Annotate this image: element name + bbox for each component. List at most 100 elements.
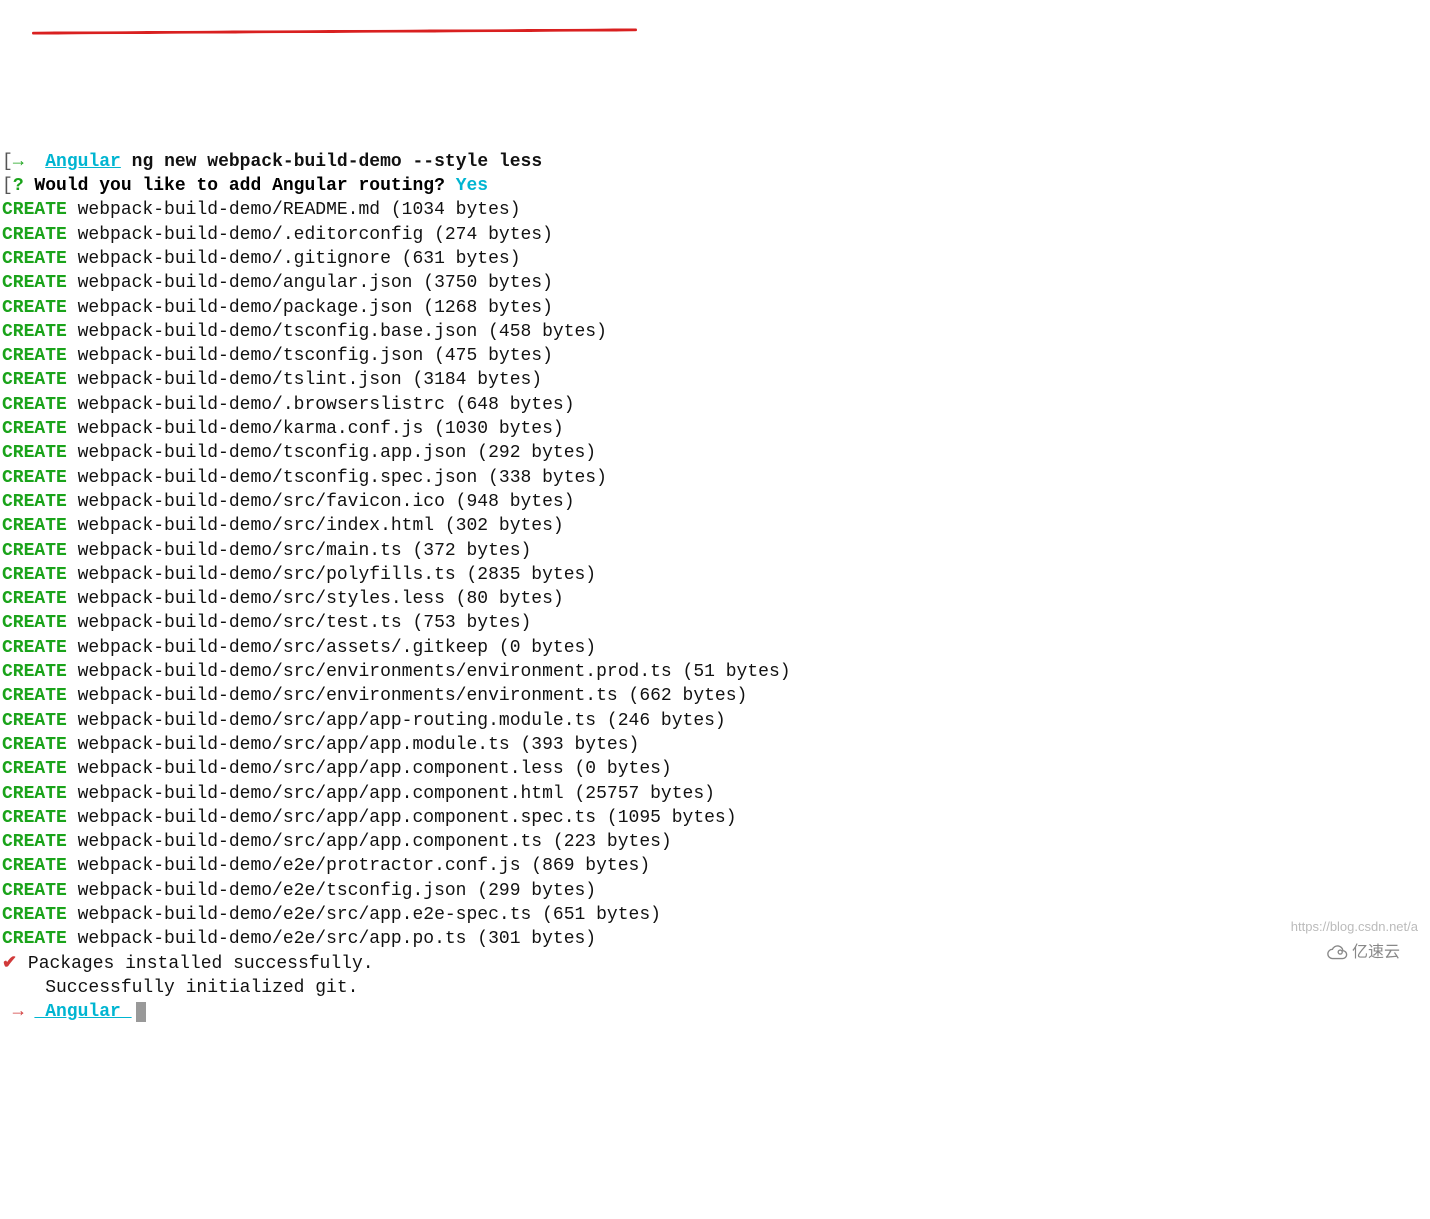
file-path: webpack-build-demo/src/assets/.gitkeep (…	[78, 638, 596, 658]
file-path: webpack-build-demo/src/main.ts (372 byte…	[78, 541, 532, 561]
answer-value: Yes	[445, 176, 488, 196]
create-label: CREATE	[2, 225, 67, 245]
create-line: CREATE webpack-build-demo/src/app/app.co…	[2, 757, 1428, 781]
file-path: webpack-build-demo/src/environments/envi…	[78, 686, 748, 706]
file-path: webpack-build-demo/src/app/app.component…	[78, 784, 715, 804]
create-label: CREATE	[2, 881, 67, 901]
file-path: webpack-build-demo/e2e/src/app.po.ts (30…	[78, 929, 596, 949]
create-label: CREATE	[2, 905, 67, 925]
file-path: webpack-build-demo/tsconfig.app.json (29…	[78, 443, 596, 463]
cloud-icon	[1326, 942, 1348, 964]
file-path: webpack-build-demo/tsconfig.spec.json (3…	[78, 468, 607, 488]
create-line: CREATE webpack-build-demo/e2e/tsconfig.j…	[2, 879, 1428, 903]
create-label: CREATE	[2, 832, 67, 852]
file-path: webpack-build-demo/src/app/app.component…	[78, 832, 672, 852]
file-path: webpack-build-demo/tsconfig.base.json (4…	[78, 322, 607, 342]
status-text: Successfully initialized git.	[2, 978, 358, 998]
packages-status-line: ✔ Packages installed successfully.	[2, 952, 1428, 976]
status-text: Packages installed successfully.	[17, 954, 373, 974]
create-label: CREATE	[2, 395, 67, 415]
file-path: webpack-build-demo/README.md (1034 bytes…	[78, 200, 521, 220]
create-label: CREATE	[2, 856, 67, 876]
file-path: webpack-build-demo/karma.conf.js (1030 b…	[78, 419, 564, 439]
file-path: webpack-build-demo/.gitignore (631 bytes…	[78, 249, 521, 269]
prompt-line[interactable]: → Angular	[2, 1000, 1428, 1024]
create-line: CREATE webpack-build-demo/src/index.html…	[2, 514, 1428, 538]
command-line: [→ Angular ng new webpack-build-demo --s…	[2, 150, 1428, 174]
create-label: CREATE	[2, 541, 67, 561]
prompt-arrow-icon: →	[2, 1002, 34, 1022]
git-status-line: Successfully initialized git.	[2, 976, 1428, 1000]
create-line: CREATE webpack-build-demo/src/app/app.co…	[2, 830, 1428, 854]
create-label: CREATE	[2, 565, 67, 585]
question-mark-icon: ?	[13, 176, 24, 196]
bracket-icon: [	[2, 152, 13, 172]
terminal-output[interactable]: [→ Angular ng new webpack-build-demo --s…	[2, 150, 1428, 1025]
create-label: CREATE	[2, 200, 67, 220]
create-line: CREATE webpack-build-demo/src/app/app-ro…	[2, 709, 1428, 733]
create-line: CREATE webpack-build-demo/.gitignore (63…	[2, 247, 1428, 271]
command-text: ng new webpack-build-demo --style less	[121, 152, 542, 172]
file-path: webpack-build-demo/src/index.html (302 b…	[78, 516, 564, 536]
file-path: webpack-build-demo/src/test.ts (753 byte…	[78, 613, 532, 633]
create-line: CREATE webpack-build-demo/src/app/app.co…	[2, 782, 1428, 806]
create-line: CREATE webpack-build-demo/src/environmen…	[2, 660, 1428, 684]
create-line: CREATE webpack-build-demo/src/app/app.co…	[2, 806, 1428, 830]
create-line: CREATE webpack-build-demo/angular.json (…	[2, 271, 1428, 295]
create-line: CREATE webpack-build-demo/tsconfig.json …	[2, 344, 1428, 368]
check-icon: ✔	[2, 954, 17, 974]
create-label: CREATE	[2, 298, 67, 318]
create-label: CREATE	[2, 322, 67, 342]
create-label: CREATE	[2, 808, 67, 828]
watermark-logo: 亿速云	[1326, 942, 1400, 964]
create-line: CREATE webpack-build-demo/src/styles.les…	[2, 587, 1428, 611]
create-label: CREATE	[2, 711, 67, 731]
create-line: CREATE webpack-build-demo/src/main.ts (3…	[2, 539, 1428, 563]
create-line: CREATE webpack-build-demo/README.md (103…	[2, 198, 1428, 222]
create-line: CREATE webpack-build-demo/.editorconfig …	[2, 223, 1428, 247]
prompt-path: Angular	[34, 1002, 131, 1022]
routing-question-line: [? Would you like to add Angular routing…	[2, 174, 1428, 198]
create-line: CREATE webpack-build-demo/src/favicon.ic…	[2, 490, 1428, 514]
create-line: CREATE webpack-build-demo/tslint.json (3…	[2, 368, 1428, 392]
create-label: CREATE	[2, 613, 67, 633]
file-path: webpack-build-demo/src/polyfills.ts (283…	[78, 565, 596, 585]
file-path: webpack-build-demo/src/app/app.module.ts…	[78, 735, 640, 755]
create-line: CREATE webpack-build-demo/src/environmen…	[2, 684, 1428, 708]
create-label: CREATE	[2, 443, 67, 463]
prompt-path: Angular	[45, 152, 121, 172]
file-path: webpack-build-demo/.editorconfig (274 by…	[78, 225, 553, 245]
create-label: CREATE	[2, 735, 67, 755]
create-label: CREATE	[2, 516, 67, 536]
file-path: webpack-build-demo/tsconfig.json (475 by…	[78, 346, 553, 366]
bracket-icon: [	[2, 176, 13, 196]
file-path: webpack-build-demo/e2e/protractor.conf.j…	[78, 856, 651, 876]
create-label: CREATE	[2, 273, 67, 293]
create-line: CREATE webpack-build-demo/package.json (…	[2, 296, 1428, 320]
file-path: webpack-build-demo/src/app/app.component…	[78, 759, 672, 779]
create-label: CREATE	[2, 784, 67, 804]
file-path: webpack-build-demo/e2e/src/app.e2e-spec.…	[78, 905, 661, 925]
file-path: webpack-build-demo/src/styles.less (80 b…	[78, 589, 564, 609]
create-line: CREATE webpack-build-demo/e2e/src/app.e2…	[2, 903, 1428, 927]
create-line: CREATE webpack-build-demo/tsconfig.base.…	[2, 320, 1428, 344]
create-line: CREATE webpack-build-demo/e2e/protractor…	[2, 854, 1428, 878]
create-line: CREATE webpack-build-demo/src/assets/.gi…	[2, 636, 1428, 660]
file-path: webpack-build-demo/src/environments/envi…	[78, 662, 791, 682]
create-label: CREATE	[2, 249, 67, 269]
create-line: CREATE webpack-build-demo/src/app/app.mo…	[2, 733, 1428, 757]
create-label: CREATE	[2, 419, 67, 439]
create-line: CREATE webpack-build-demo/karma.conf.js …	[2, 417, 1428, 441]
annotation-underline	[32, 28, 637, 34]
create-line: CREATE webpack-build-demo/tsconfig.app.j…	[2, 441, 1428, 465]
watermark-url: https://blog.csdn.net/a	[1291, 918, 1418, 936]
create-line: CREATE webpack-build-demo/.browserslistr…	[2, 393, 1428, 417]
prompt-arrow-icon: →	[13, 152, 24, 172]
file-path: webpack-build-demo/tslint.json (3184 byt…	[78, 370, 542, 390]
create-line: CREATE webpack-build-demo/tsconfig.spec.…	[2, 466, 1428, 490]
cursor-icon[interactable]	[136, 1002, 146, 1022]
file-path: webpack-build-demo/angular.json (3750 by…	[78, 273, 553, 293]
create-label: CREATE	[2, 589, 67, 609]
create-label: CREATE	[2, 492, 67, 512]
create-label: CREATE	[2, 346, 67, 366]
